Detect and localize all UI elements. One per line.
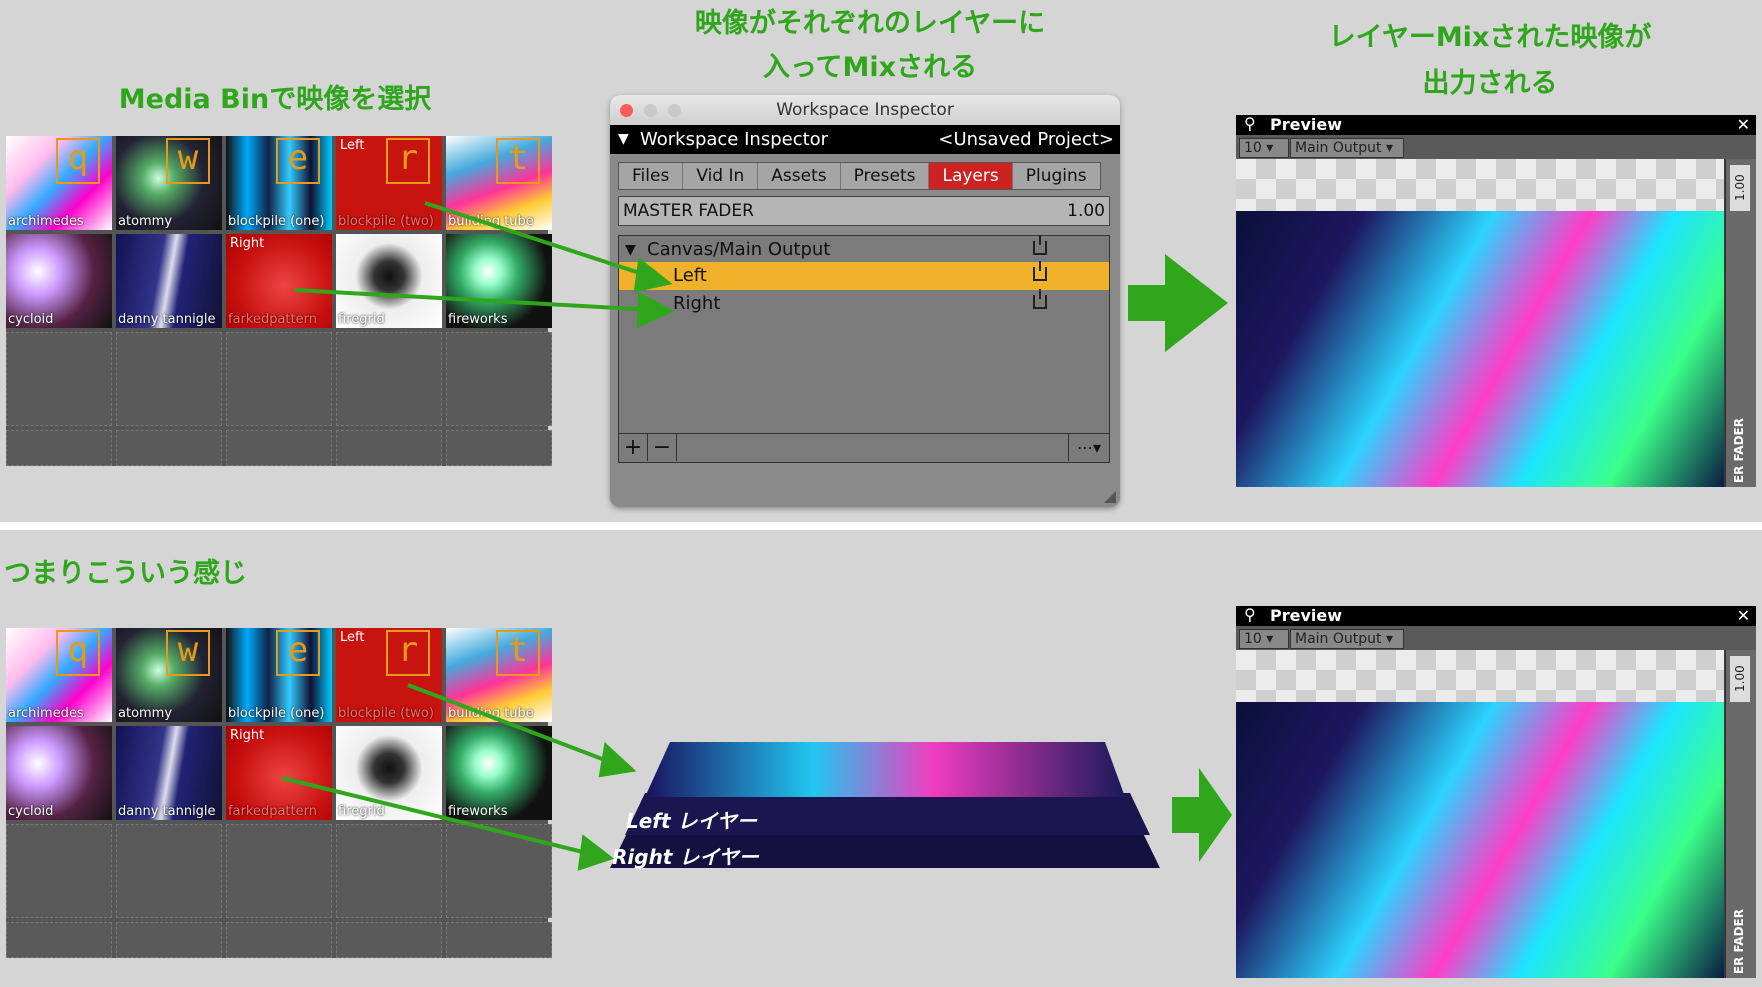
arrow-right-to-inspector: [294, 288, 656, 312]
arrow-left-to-inspector: [424, 201, 656, 280]
flow-arrows: [281, 201, 1232, 871]
arrow-head-icon: [577, 834, 615, 871]
arrow-head-icon: [598, 742, 637, 778]
arrow-head-icon: [636, 291, 675, 329]
arrow-head-icon: [633, 257, 673, 293]
arrow-right-to-stack: [281, 776, 596, 857]
arrow-left-to-stack: [407, 683, 619, 767]
big-arrow-top: [1128, 254, 1228, 352]
big-arrow-bottom: [1172, 768, 1232, 862]
